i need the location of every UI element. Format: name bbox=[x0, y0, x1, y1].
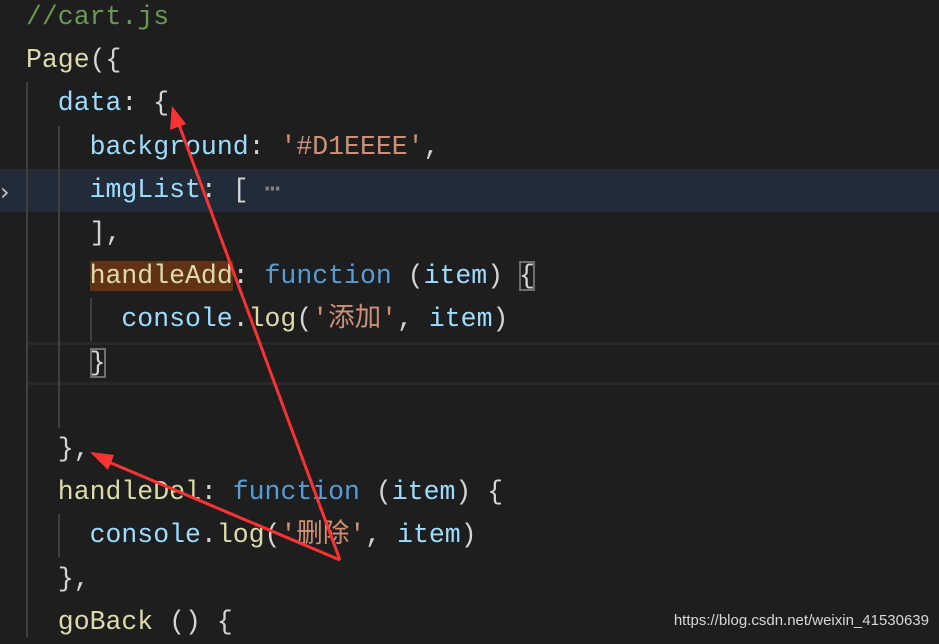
watermark: https://blog.csdn.net/weixin_41530639 bbox=[673, 612, 929, 629]
arrow-to-data-brace bbox=[170, 106, 342, 561]
arrow-to-closing-brace bbox=[90, 452, 341, 562]
annotation-arrows bbox=[90, 106, 342, 562]
